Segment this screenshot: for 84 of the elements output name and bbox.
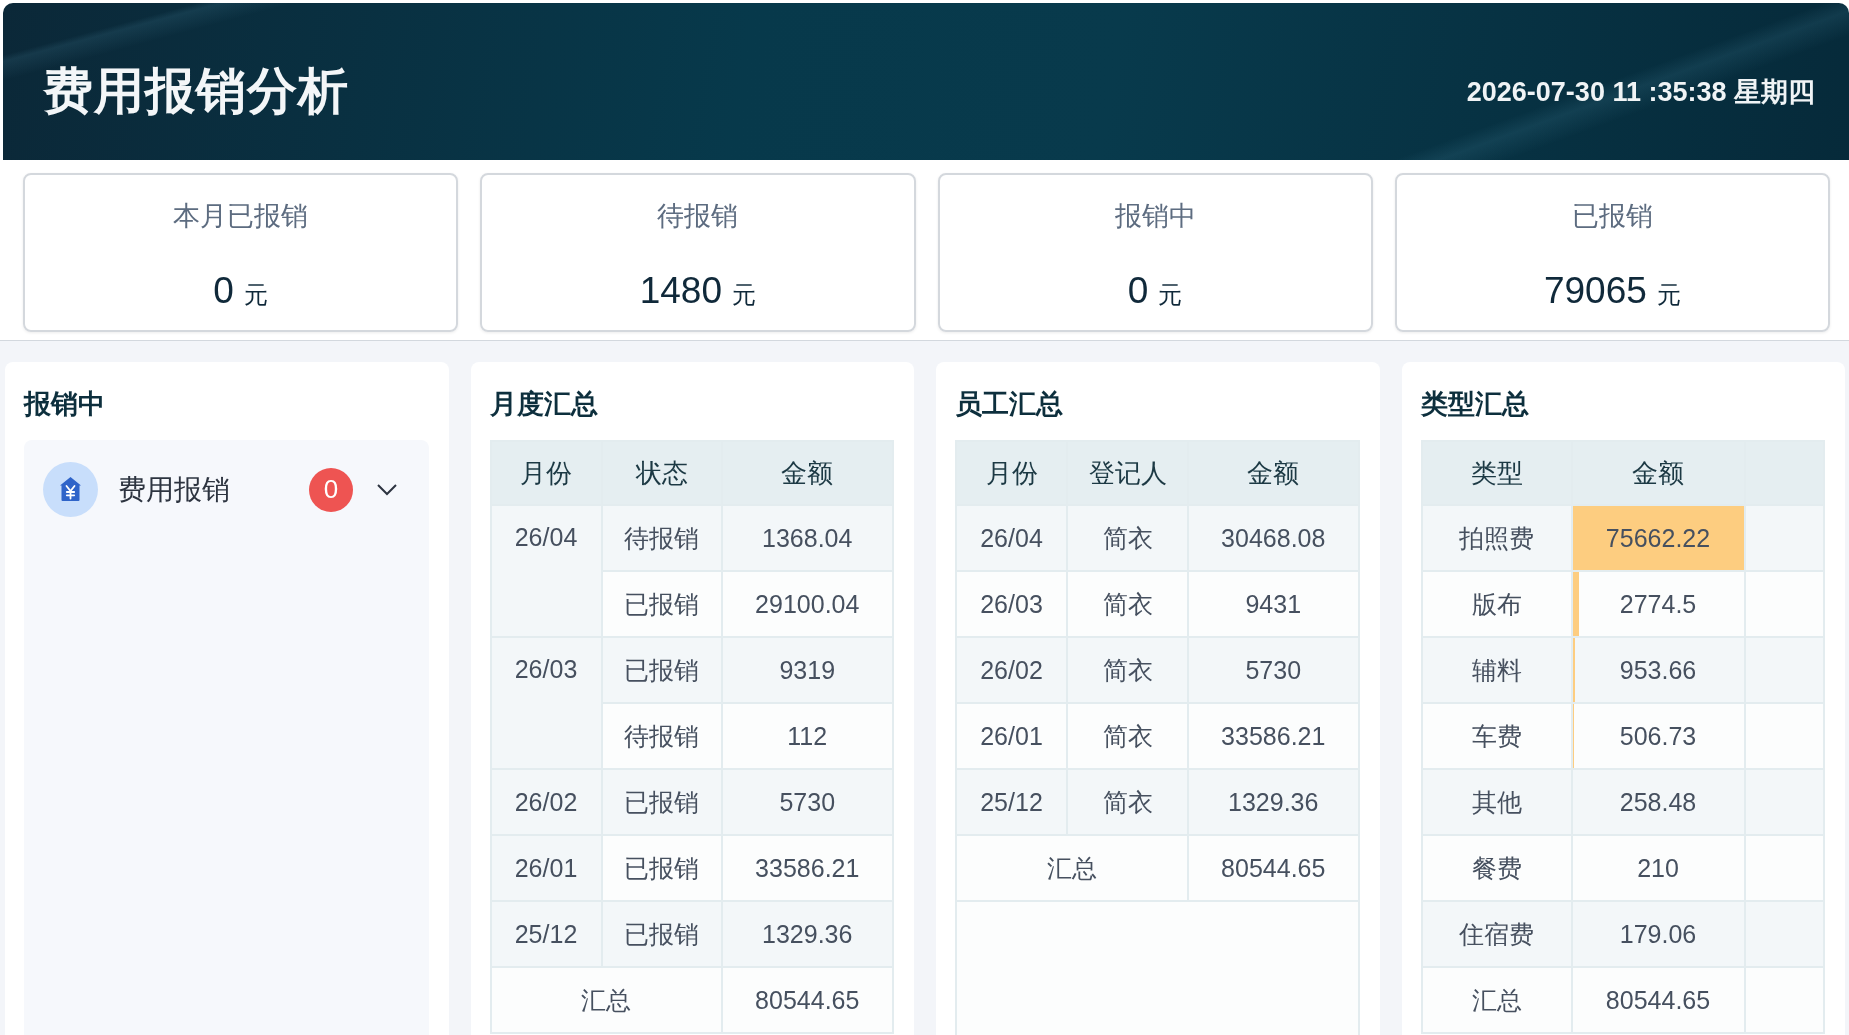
- table-cell: 179.06: [1571, 901, 1745, 967]
- table-cell: 住宿费: [1421, 901, 1572, 967]
- table-cell: 26/02: [490, 769, 602, 835]
- stat-value: 0: [213, 269, 234, 313]
- panel-title: 员工汇总: [955, 388, 1063, 421]
- column-header: 月份: [490, 441, 602, 505]
- table-cell: 已报销: [601, 769, 722, 835]
- column-header: 类型: [1421, 441, 1572, 505]
- table-cell: 29100.04: [721, 571, 893, 637]
- page-title: 费用报销分析: [43, 62, 349, 121]
- table-cell: 26/04: [956, 505, 1067, 571]
- table-cell: 80544.65: [1188, 835, 1359, 901]
- table-cell-text: 75662.22: [1604, 522, 1712, 554]
- table-cell: 26/03: [956, 571, 1067, 637]
- column-header: 状态: [601, 441, 722, 505]
- column-header: 月份: [956, 441, 1067, 505]
- stat-label: 本月已报销: [173, 200, 309, 233]
- table-cell: 待报销: [601, 703, 722, 769]
- unit-label: 元: [1158, 280, 1183, 310]
- table-cell: 汇总: [1421, 967, 1572, 1033]
- panel-title: 报销中: [24, 388, 105, 421]
- table-cell: 汇总: [956, 835, 1188, 901]
- panel-title: 类型汇总: [1420, 388, 1529, 421]
- yen-house-icon: [43, 462, 98, 517]
- stat-label: 报销中: [1114, 200, 1196, 233]
- table-cell-text: 953.66: [1618, 654, 1698, 686]
- table-cell-text: 2774.5: [1618, 588, 1698, 620]
- chevron-down-icon[interactable]: [377, 483, 397, 496]
- table-cell: 33586.21: [721, 835, 893, 901]
- table-cell: 简衣: [1067, 637, 1188, 703]
- table-cell: 26/04: [490, 505, 602, 637]
- table-cell: 汇总: [490, 967, 722, 1033]
- table-cell: 拍照费: [1421, 505, 1572, 571]
- table-cell: 已报销: [601, 571, 722, 637]
- unit-label: 元: [732, 280, 757, 310]
- datetime-text: 2026-07-30 11 :35:38 星期四: [1466, 75, 1815, 109]
- column-header: 金额: [721, 441, 893, 505]
- stat-value: 1480: [639, 269, 723, 313]
- panel-title: 月度汇总: [489, 388, 598, 421]
- table-cell: 25/12: [956, 769, 1067, 835]
- table-cell: 版布: [1421, 571, 1572, 637]
- table-cell: 112: [721, 703, 893, 769]
- table-cell: 5730: [1188, 637, 1359, 703]
- table-cell: 26/01: [956, 703, 1067, 769]
- table-cell: 26/01: [490, 835, 602, 901]
- table-cell: 简衣: [1067, 505, 1188, 571]
- table-cell: 已报销: [601, 901, 722, 967]
- column-header: 金额: [1571, 441, 1745, 505]
- table-cell: 已报销: [601, 637, 722, 703]
- table-cell: 9319: [721, 637, 893, 703]
- unit-label: 元: [1656, 280, 1681, 310]
- table-cell: 26/02: [956, 637, 1067, 703]
- unit-label: 元: [243, 280, 268, 310]
- table-cell: 1368.04: [721, 505, 893, 571]
- table-cell: 简衣: [1067, 769, 1188, 835]
- table-cell: 其他: [1421, 769, 1572, 835]
- table-cell: 辅料: [1421, 637, 1572, 703]
- table-cell: 25/12: [490, 901, 602, 967]
- table-cell: 已报销: [601, 835, 722, 901]
- table-cell: 1329.36: [721, 901, 893, 967]
- table-cell: 简衣: [1067, 571, 1188, 637]
- table-cell: 5730: [721, 769, 893, 835]
- category-label[interactable]: 费用报销: [118, 470, 309, 509]
- table-cell: 80544.65: [1571, 967, 1745, 1033]
- table-cell-text: 506.73: [1618, 720, 1698, 752]
- count-badge: 0: [309, 467, 353, 512]
- table-cell: 9431: [1188, 571, 1359, 637]
- table-cell: 80544.65: [721, 967, 893, 1033]
- stat-label: 已报销: [1571, 200, 1653, 233]
- table-cell: 26/03: [490, 637, 602, 769]
- table-cell: 1329.36: [1188, 769, 1359, 835]
- table-cell: 33586.21: [1188, 703, 1359, 769]
- column-header: 金额: [1188, 441, 1359, 505]
- stat-label: 待报销: [657, 200, 739, 233]
- table-cell: 210: [1571, 835, 1745, 901]
- table-cell: 30468.08: [1188, 505, 1359, 571]
- column-header: 登记人: [1067, 441, 1188, 505]
- table-cell: 车费: [1421, 703, 1572, 769]
- stat-value: 79065: [1543, 269, 1647, 313]
- table-cell: 餐费: [1421, 835, 1572, 901]
- table-cell: 简衣: [1067, 703, 1188, 769]
- table-cell: 待报销: [601, 505, 722, 571]
- table-cell: 258.48: [1571, 769, 1745, 835]
- stat-value: 0: [1127, 269, 1149, 313]
